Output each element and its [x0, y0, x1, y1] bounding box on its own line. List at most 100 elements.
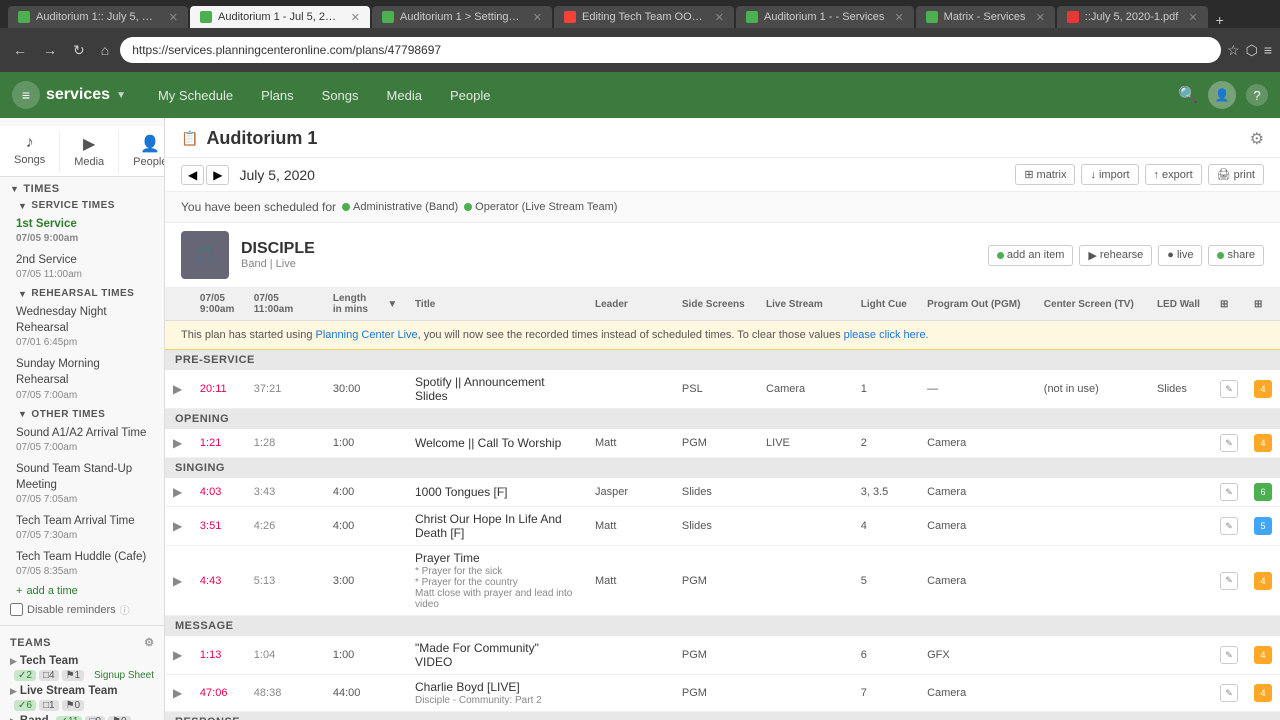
tab-close-6[interactable]: ✕: [1036, 11, 1045, 24]
rehearsal1-item[interactable]: Wednesday Night Rehearsal 07/01 6:45pm: [0, 301, 164, 353]
forward-button[interactable]: →: [38, 40, 62, 60]
teams-header[interactable]: Teams ⚙: [10, 636, 154, 649]
help-icon[interactable]: ?: [1246, 84, 1268, 106]
action-edit-3[interactable]: ✎: [1220, 483, 1238, 501]
action-color-2[interactable]: 4: [1254, 434, 1272, 452]
rehearsal-times-title[interactable]: ▼ Rehearsal Times: [0, 285, 164, 301]
live-stream-name[interactable]: Live Stream Team: [20, 685, 118, 697]
browser-tab-6[interactable]: Matrix - Services ✕: [916, 6, 1055, 28]
tab-close-3[interactable]: ✕: [533, 11, 542, 24]
title-4[interactable]: Christ Our Hope In Life And Death [F]: [415, 512, 562, 540]
tech-team-signup[interactable]: Signup Sheet: [94, 670, 154, 681]
live-button[interactable]: ● live: [1158, 245, 1202, 266]
title-7[interactable]: Charlie Boyd [LIVE]: [415, 680, 520, 694]
action-edit-7[interactable]: ✎: [1220, 684, 1238, 702]
play-2[interactable]: ▶: [173, 436, 182, 450]
side-screens-6: PGM: [682, 649, 707, 661]
sidebar-media-item[interactable]: ▶ Media: [60, 130, 119, 172]
add-item-button[interactable]: add an item: [988, 245, 1073, 266]
action-edit-2[interactable]: ✎: [1220, 434, 1238, 452]
user-avatar[interactable]: 👤: [1208, 81, 1236, 109]
browser-tab-5[interactable]: Auditorium 1 - - Services ✕: [736, 6, 914, 28]
disable-reminders-check[interactable]: Disable reminders ⓘ: [0, 600, 164, 619]
tab-close-4[interactable]: ✕: [715, 11, 724, 24]
browser-tab-1[interactable]: Auditorium 1:: July 5, 2020 - July ... ✕: [8, 6, 188, 28]
nav-link-people[interactable]: People: [438, 82, 502, 109]
tab-close-2[interactable]: ✕: [351, 11, 360, 24]
times-section-title[interactable]: ▼ Times: [0, 177, 164, 197]
browser-tab-4[interactable]: Editing Tech Team OOS (Cond... ✕: [554, 6, 734, 28]
title-3[interactable]: 1000 Tongues [F]: [415, 485, 508, 499]
teams-settings-icon[interactable]: ⚙: [144, 636, 154, 649]
plan-next-button[interactable]: ▶: [206, 165, 229, 185]
band-name[interactable]: Band: [20, 715, 49, 720]
other3-item[interactable]: Tech Team Arrival Time 07/05 7:30am: [0, 510, 164, 546]
action-edit-1[interactable]: ✎: [1220, 380, 1238, 398]
nav-link-media[interactable]: Media: [375, 82, 434, 109]
other1-item[interactable]: Sound A1/A2 Arrival Time 07/05 7:00am: [0, 422, 164, 458]
other-times-title[interactable]: ▼ Other Times: [0, 406, 164, 422]
browser-tab-3[interactable]: Auditorium 1 > Settings - Serv... ✕: [372, 6, 552, 28]
sidebar-people-item[interactable]: 👤 People: [119, 130, 165, 172]
nav-link-songs[interactable]: Songs: [310, 82, 371, 109]
action-color-7[interactable]: 4: [1254, 684, 1272, 702]
tab-close-5[interactable]: ✕: [894, 11, 903, 24]
service2-item[interactable]: 2nd Service 07/05 11:00am: [0, 249, 164, 285]
nav-link-plans[interactable]: Plans: [249, 82, 306, 109]
tab-close-7[interactable]: ✕: [1188, 11, 1197, 24]
import-button[interactable]: ↓ import: [1081, 164, 1138, 185]
address-bar[interactable]: [120, 37, 1221, 63]
back-button[interactable]: ←: [8, 40, 32, 60]
play-1[interactable]: ▶: [173, 382, 182, 396]
search-icon[interactable]: 🔍: [1178, 85, 1198, 105]
service1-item[interactable]: 1st Service 07/05 9:00am: [0, 213, 164, 249]
play-7[interactable]: ▶: [173, 686, 182, 700]
tech-team-name[interactable]: Tech Team: [20, 655, 78, 667]
other2-item[interactable]: Sound Team Stand-Up Meeting 07/05 7:05am: [0, 458, 164, 510]
settings-gear-icon[interactable]: ⚙: [1250, 129, 1264, 149]
reload-button[interactable]: ↻: [68, 40, 90, 61]
play-6[interactable]: ▶: [173, 648, 182, 662]
length-7: 44:00: [333, 687, 361, 699]
extensions-icon[interactable]: ⬡: [1246, 42, 1258, 59]
new-tab-button[interactable]: +: [1210, 12, 1230, 28]
action-color-4[interactable]: 5: [1254, 517, 1272, 535]
service-times-title[interactable]: ▼ Service Times: [0, 197, 164, 213]
plan-prev-button[interactable]: ◀: [181, 165, 204, 185]
nav-link-my-schedule[interactable]: My Schedule: [146, 82, 245, 109]
action-color-6[interactable]: 4: [1254, 646, 1272, 664]
disable-reminders-checkbox[interactable]: [10, 603, 23, 616]
export-button[interactable]: ↑ export: [1145, 164, 1202, 185]
table-row-2: ▶ 1:21 1:28 1:00 Welcome || Call To Wors…: [165, 429, 1280, 458]
action-edit-5[interactable]: ✎: [1220, 572, 1238, 590]
matrix-button[interactable]: ⊞ matrix: [1015, 164, 1075, 185]
other4-item[interactable]: Tech Team Huddle (Cafe) 07/05 8:35am: [0, 546, 164, 582]
action-color-3[interactable]: 6: [1254, 483, 1272, 501]
bookmark-icon[interactable]: ☆: [1227, 42, 1240, 59]
band-arrow: ▶: [10, 716, 17, 720]
share-button[interactable]: share: [1208, 245, 1264, 266]
action-edit-6[interactable]: ✎: [1220, 646, 1238, 664]
home-button[interactable]: ⌂: [96, 40, 114, 60]
title-6[interactable]: "Made For Community" VIDEO: [415, 641, 539, 669]
title-2[interactable]: Welcome || Call To Worship: [415, 436, 561, 450]
play-3[interactable]: ▶: [173, 485, 182, 499]
click-here-link[interactable]: please click here.: [844, 329, 929, 341]
rehearse-button[interactable]: ▶ rehearse: [1079, 245, 1152, 266]
rehearsal2-item[interactable]: Sunday Morning Rehearsal 07/05 7:00am: [0, 353, 164, 405]
title-1[interactable]: Spotify || Announcement Slides: [415, 375, 545, 403]
planning-center-live-link[interactable]: Planning Center Live: [316, 329, 418, 341]
action-edit-4[interactable]: ✎: [1220, 517, 1238, 535]
browser-tab-2[interactable]: Auditorium 1 - Jul 5, 2020 - Ser... ✕: [190, 6, 370, 28]
add-time-button[interactable]: + add a time: [0, 582, 164, 600]
action-color-1[interactable]: 4: [1254, 380, 1272, 398]
sidebar-songs-item[interactable]: ♪ Songs: [0, 130, 60, 172]
title-5[interactable]: Prayer Time: [415, 551, 480, 565]
tab-close-1[interactable]: ✕: [169, 11, 178, 24]
play-5[interactable]: ▶: [173, 574, 182, 588]
action-color-5[interactable]: 4: [1254, 572, 1272, 590]
menu-icon[interactable]: ≡: [1264, 42, 1272, 59]
browser-tab-7[interactable]: ::July 5, 2020-1.pdf ✕: [1057, 6, 1208, 28]
play-4[interactable]: ▶: [173, 519, 182, 533]
print-button[interactable]: 🖨 print: [1208, 164, 1264, 185]
